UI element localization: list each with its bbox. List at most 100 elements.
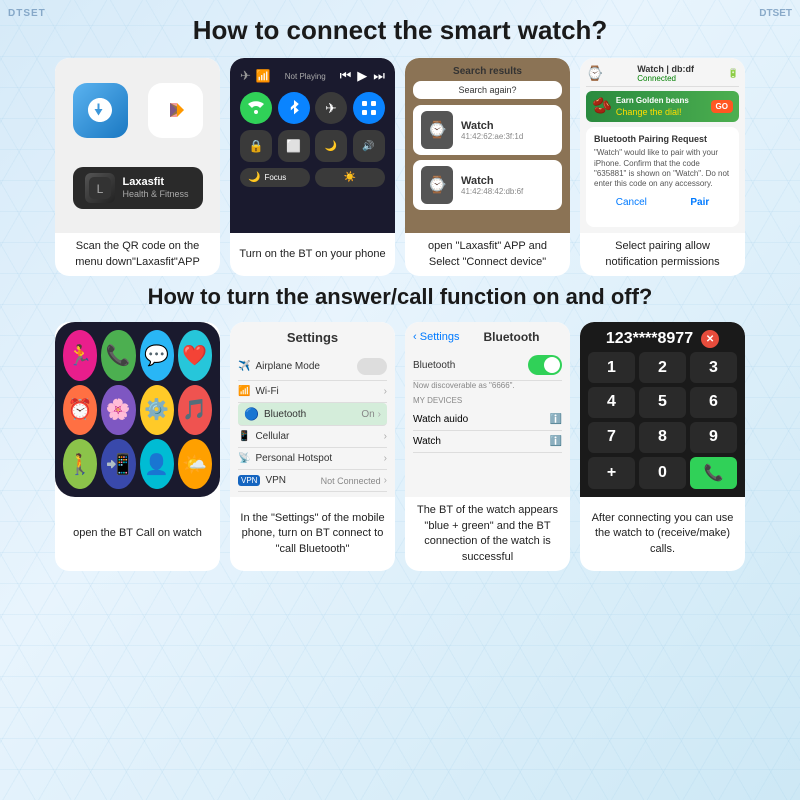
settings-title: Settings [238, 330, 387, 345]
card-bt-settings-image: ‹ Settings Bluetooth Bluetooth Now disco… [405, 322, 570, 497]
settings-airplane[interactable]: ✈️Airplane Mode [238, 353, 387, 381]
bt-cancel-btn[interactable]: Cancel [616, 196, 647, 210]
card-settings-caption: In the "Settings" of the mobile phone, t… [230, 497, 395, 571]
card-app-download-image: L Laxasfit Health & Fitness [55, 58, 220, 233]
cc-mirror-btn: ⬜ [278, 130, 310, 162]
dial-number: 123****8977 ✕ [588, 330, 737, 348]
dial-plus[interactable]: + [588, 457, 635, 490]
dial-0[interactable]: 0 [639, 457, 686, 490]
card-watch-caption: open the BT Call on watch [55, 497, 220, 571]
card-settings: Settings ✈️Airplane Mode 📶Wi-Fi › 🔵 Blue… [230, 322, 395, 571]
bt-nav: ‹ Settings Bluetooth [413, 330, 562, 344]
app-user-icon: 👤 [140, 439, 174, 489]
card-pairing: ⌚ Watch | db:df Connected 🔋 🫘 Earn Golde… [580, 58, 745, 276]
cards-row1: L Laxasfit Health & Fitness Scan the QR … [20, 58, 780, 276]
section1-title: How to connect the smart watch? [20, 15, 780, 46]
watch-item-1[interactable]: ⌚ Watch 41:42:62:ae:3f:1d [413, 105, 562, 155]
go-btn[interactable]: GO [711, 100, 733, 113]
cc-airplane-btn: ✈ [315, 92, 347, 124]
dial-5[interactable]: 5 [639, 387, 686, 418]
brand-right: DTSET [759, 8, 792, 19]
bt-toggle-row: Bluetooth [413, 350, 562, 381]
watch-icon-2: ⌚ [421, 166, 453, 204]
brand-left: DTSET [8, 8, 46, 19]
cc-wifi-btn [240, 92, 272, 124]
app-call2-icon: 📲 [101, 439, 135, 489]
earn-beans-banner: 🫘 Earn Golden beans Change the dial! GO [586, 91, 739, 121]
dial-7[interactable]: 7 [588, 422, 635, 453]
bt-header: ⌚ Watch | db:df Connected 🔋 [586, 64, 739, 87]
bt-device-2[interactable]: Watch ℹ️ [413, 431, 562, 453]
card-search-image: Search results Search again? ⌚ Watch 41:… [405, 58, 570, 233]
app-walk-icon: 🚶 [63, 439, 97, 489]
settings-vpn[interactable]: VPNVPN Not Connected › [238, 470, 387, 492]
cc-bluetooth-btn [278, 92, 310, 124]
app-msg-icon: 💬 [140, 330, 174, 380]
bt-toggle[interactable] [528, 355, 562, 375]
app-phone-icon: 📞 [101, 330, 135, 380]
settings-bluetooth[interactable]: 🔵 Bluetooth On › [238, 403, 387, 426]
card-settings-image: Settings ✈️Airplane Mode 📶Wi-Fi › 🔵 Blue… [230, 322, 395, 497]
card-watch-face-image: 🏃 📞 💬 ❤️ ⏰ 🌸 ⚙️ 🎵 🚶 📲 👤 🌤️ [55, 322, 220, 497]
card-app-download: L Laxasfit Health & Fitness Scan the QR … [55, 58, 220, 276]
laxasfit-text: Laxasfit Health & Fitness [123, 175, 189, 201]
bt-battery: 🔋 [728, 68, 739, 79]
bt-pairing-box: Bluetooth Pairing Request "Watch" would … [586, 127, 739, 228]
dial-2[interactable]: 2 [639, 352, 686, 383]
dial-grid: 1 2 3 4 5 6 7 8 9 + 0 📞 [588, 352, 737, 489]
dial-3[interactable]: 3 [690, 352, 737, 383]
app-run-icon: 🏃 [63, 330, 97, 380]
cc-moon-btn: 🌙 [315, 130, 347, 162]
card-bt-settings-caption: The BT of the watch appears "blue + gree… [405, 497, 570, 571]
app-clock-icon: ⏰ [63, 385, 97, 435]
app-settings-icon: ⚙️ [140, 385, 174, 435]
app-music-icon: 🎵 [178, 385, 212, 435]
section2-title: How to turn the answer/call function on … [20, 284, 780, 310]
dial-8[interactable]: 8 [639, 422, 686, 453]
cc-focus-btn [353, 92, 385, 124]
dial-9[interactable]: 9 [690, 422, 737, 453]
app-heart-icon: ❤️ [178, 330, 212, 380]
app-store-icon [73, 83, 128, 138]
card-bt-settings: ‹ Settings Bluetooth Bluetooth Now disco… [405, 322, 570, 571]
laxasfit-logo: L [85, 173, 115, 203]
cc-sound-btn: 🔊 [353, 130, 385, 162]
watch-item-2[interactable]: ⌚ Watch 41:42:48:42:db:6f [413, 160, 562, 210]
settings-cellular[interactable]: 📱Cellular › [238, 426, 387, 448]
bt-discoverable-text: Now discoverable as "6666". [413, 381, 562, 390]
bt-watch-icon: ⌚ [586, 65, 603, 82]
card-bt-control: ✈ 📶 Not Playing ⏮▶⏭ [230, 58, 395, 276]
card-app-download-caption: Scan the QR code on the menu down"Laxasf… [55, 233, 220, 276]
card-pairing-caption: Select pairing allow notification permis… [580, 233, 745, 276]
card-pairing-image: ⌚ Watch | db:df Connected 🔋 🫘 Earn Golde… [580, 58, 745, 233]
dial-4[interactable]: 4 [588, 387, 635, 418]
svg-text:L: L [96, 182, 103, 196]
cc-rotation-btn: 🔒 [240, 130, 272, 162]
watch-icon-1: ⌚ [421, 111, 453, 149]
bt-page-title: Bluetooth [483, 330, 539, 344]
app-flower-icon: 🌸 [101, 385, 135, 435]
card-search-caption: open "Laxasfit" APP and Select "Connect … [405, 233, 570, 276]
card-dialpad-caption: After connecting you can use the watch t… [580, 497, 745, 571]
card-dialpad-image: 123****8977 ✕ 1 2 3 4 5 6 7 8 9 + [580, 322, 745, 497]
settings-wifi[interactable]: 📶Wi-Fi › [238, 381, 387, 403]
dial-call-btn[interactable]: 📞 [690, 457, 737, 490]
cards-row2: 🏃 📞 💬 ❤️ ⏰ 🌸 ⚙️ 🎵 🚶 📲 👤 🌤️ open the BT C… [20, 322, 780, 571]
cc-focus-label: 🌙 Focus [240, 168, 310, 187]
dial-delete-btn[interactable]: ✕ [701, 330, 719, 348]
card-bt-image: ✈ 📶 Not Playing ⏮▶⏭ [230, 58, 395, 233]
dial-6[interactable]: 6 [690, 387, 737, 418]
bt-my-devices-label: MY DEVICES [413, 396, 562, 405]
cc-brightness-btn: ☀️ [315, 168, 385, 187]
bt-pair-btn[interactable]: Pair [690, 196, 709, 210]
main-container: DTSET DTSET How to connect the smart wat… [0, 0, 800, 800]
card-dialpad: 123****8977 ✕ 1 2 3 4 5 6 7 8 9 + [580, 322, 745, 571]
settings-hotspot[interactable]: 📡Personal Hotspot › [238, 448, 387, 470]
play-store-icon [148, 83, 203, 138]
bt-device-1[interactable]: Watch auido ℹ️ [413, 409, 562, 431]
app-weather-icon: 🌤️ [178, 439, 212, 489]
card-bt-caption: Turn on the BT on your phone [230, 233, 395, 276]
bt-back-btn[interactable]: ‹ Settings [413, 331, 459, 343]
dial-1[interactable]: 1 [588, 352, 635, 383]
search-again-btn[interactable]: Search again? [413, 81, 562, 99]
